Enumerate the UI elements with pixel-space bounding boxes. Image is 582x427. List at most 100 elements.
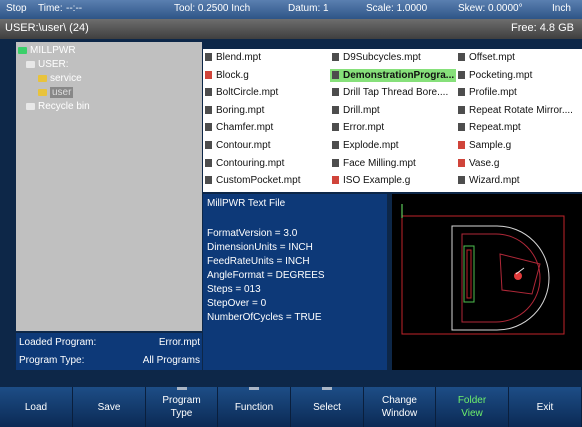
softkey-label-line2: Window (381, 408, 418, 419)
file-name: BoltCircle.mpt (216, 87, 279, 99)
file-item[interactable]: Contouring.mpt (203, 157, 330, 170)
softkey-label: Program (162, 395, 201, 406)
file-item[interactable]: Offset.mpt (456, 51, 582, 64)
mpt-file-icon (332, 70, 339, 79)
tool-readout: Tool: 0.2500 Inch (174, 3, 251, 14)
tree-item-service[interactable]: service (38, 73, 82, 84)
softkey-select[interactable]: Select (291, 387, 364, 427)
softkey-label-line2: Type (170, 408, 193, 419)
mpt-file-icon (332, 141, 339, 149)
info-line: Steps = 013 (207, 284, 261, 295)
softkey-label-line2: View (461, 408, 483, 419)
file-item[interactable]: CustomPocket.mpt (203, 174, 330, 187)
file-item[interactable]: D9Subcycles.mpt (330, 51, 456, 64)
file-name: Chamfer.mpt (216, 122, 274, 134)
file-item[interactable]: Contour.mpt (203, 139, 330, 152)
time-label: Time: (38, 3, 63, 14)
file-item[interactable]: Blend.mpt (203, 51, 330, 64)
file-item[interactable]: BoltCircle.mpt (203, 86, 330, 99)
file-name: Offset.mpt (469, 52, 515, 63)
softkey-label: Load (24, 401, 48, 413)
file-item[interactable]: Face Milling.mpt (330, 157, 456, 170)
file-item[interactable]: Drill Tap Thread Bore.... (330, 86, 456, 99)
softkey-folder[interactable]: Folder View (436, 387, 509, 427)
softkey-function[interactable]: Function (218, 387, 291, 427)
time-value: --:-- (66, 3, 83, 14)
softkey-save[interactable]: Save (73, 387, 146, 427)
file-name: Error.mpt (343, 122, 385, 134)
tree-item-user[interactable]: user (38, 87, 74, 98)
softkey-program[interactable]: Program Type (146, 387, 218, 427)
softkey-exit[interactable]: Exit (509, 387, 582, 427)
file-item[interactable]: Pocketing.mpt (456, 69, 582, 82)
file-item[interactable]: Profile.mpt (456, 86, 582, 99)
softkey-load[interactable]: Load (0, 387, 73, 427)
status-bar: Stop Time: --:-- Tool: 0.2500 Inch Datum… (0, 0, 582, 19)
mpt-file-icon (205, 105, 212, 114)
file-name: Blend.mpt (216, 52, 262, 63)
tree-item-millpwr[interactable]: MILLPWR (18, 45, 76, 56)
mpt-file-icon (205, 123, 212, 132)
gcode-file-icon (332, 176, 339, 185)
file-item[interactable]: Error.mpt (330, 121, 456, 134)
info-line: FeedRateUnits = INCH (207, 256, 310, 267)
file-info-panel: MillPWR Text File FormatVersion = 3.0 Di… (203, 194, 387, 370)
mpt-file-icon (458, 88, 465, 97)
drive-icon (26, 60, 35, 68)
file-name: Block.g (216, 69, 249, 81)
file-item[interactable]: Sample.g (456, 139, 582, 152)
file-name: Boring.mpt (216, 104, 265, 116)
file-item[interactable]: Wizard.mpt (456, 174, 582, 187)
softkey-label: Change (381, 395, 417, 406)
mpt-file-icon (332, 88, 339, 97)
file-name: D9Subcycles.mpt (343, 52, 421, 63)
file-item[interactable]: Chamfer.mpt (203, 121, 330, 134)
file-name: Repeat Rotate Mirror.... (469, 104, 573, 116)
softkey-change[interactable]: Change Window (364, 387, 436, 427)
units-readout: Inch (552, 3, 571, 14)
tree-item-user-drive[interactable]: USER: (26, 59, 69, 70)
softkey-label: Function (234, 401, 274, 413)
loaded-program-label: Loaded Program: (19, 337, 97, 348)
file-item[interactable]: Repeat.mpt (456, 121, 582, 134)
softkey-label: Select (313, 401, 341, 413)
file-item[interactable]: Repeat Rotate Mirror.... (456, 104, 582, 117)
program-type-label: Program Type: (19, 355, 85, 366)
softkey-label: Exit (536, 401, 554, 413)
file-name: Contouring.mpt (216, 157, 285, 169)
file-name: Vase.g (469, 157, 500, 169)
folder-tree[interactable]: MILLPWR USER: service user Recycle bin (16, 42, 202, 331)
file-type-title: MillPWR Text File (207, 198, 286, 209)
file-item[interactable]: Block.g (203, 69, 330, 82)
datum-readout: Datum: 1 (288, 3, 329, 14)
softkey-label: Save (97, 401, 121, 413)
file-name: DemonstrationProgra... (343, 69, 455, 81)
info-line: AngleFormat = DEGREES (207, 270, 325, 281)
program-preview (392, 194, 582, 370)
tree-item-recycle-bin[interactable]: Recycle bin (26, 101, 90, 112)
file-item[interactable]: Explode.mpt (330, 139, 456, 152)
file-item[interactable]: Vase.g (456, 157, 582, 170)
scale-readout: Scale: 1.0000 (366, 3, 428, 14)
gcode-file-icon (458, 141, 465, 149)
file-item[interactable]: DemonstrationProgra... (330, 68, 456, 82)
submenu-indicator-icon (249, 387, 259, 390)
file-item[interactable]: Boring.mpt (203, 104, 330, 117)
file-name: CustomPocket.mpt (216, 175, 301, 187)
file-item[interactable]: ISO Example.g (330, 174, 456, 187)
file-item[interactable]: Drill.mpt (330, 104, 456, 117)
mpt-file-icon (458, 176, 465, 185)
file-list[interactable]: Blend.mpt Block.g BoltCircle.mpt Boring.mpt… (203, 49, 582, 192)
file-name: Profile.mpt (469, 87, 517, 99)
mpt-file-icon (458, 123, 465, 132)
free-space: Free: 4.8 GB (511, 22, 574, 34)
file-name: Explode.mpt (343, 140, 399, 151)
file-name: Face Milling.mpt (343, 157, 416, 169)
mpt-file-icon (205, 141, 212, 149)
mpt-file-icon (332, 53, 339, 61)
gcode-file-icon (458, 158, 465, 167)
mpt-file-icon (205, 158, 212, 167)
mpt-file-icon (332, 123, 339, 132)
path-bar: USER:\user\ (24) Free: 4.8 GB (0, 19, 582, 39)
loaded-program-panel: Loaded Program: Error.mpt Program Type: … (16, 333, 202, 370)
